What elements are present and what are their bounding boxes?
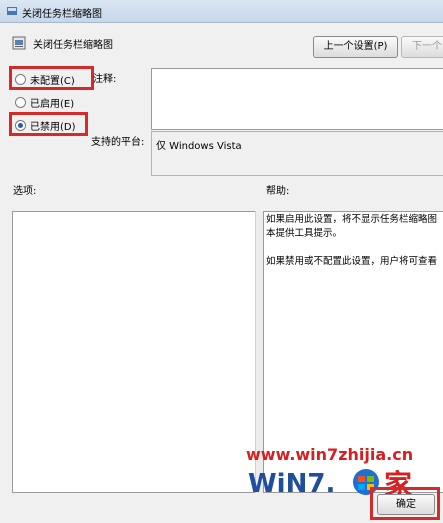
setting-title: 关闭任务栏缩略图: [33, 40, 113, 51]
radio-enabled[interactable]: 已启用(E): [15, 95, 74, 110]
help-line: 如果禁用或不配置此设置，用户将可查看: [266, 256, 438, 267]
setting-icon: [12, 36, 26, 50]
help-line: 如果启用此设置，将不显示任务栏缩略图: [266, 214, 438, 225]
radio-label: 已启用(E): [30, 99, 75, 110]
prev-setting-button[interactable]: 上一个设置(P): [313, 36, 398, 58]
help-text: 如果启用此设置，将不显示任务栏缩略图 本提供工具提示。 如果禁用或不配置此设置，…: [266, 213, 443, 283]
window-title: 关闭任务栏缩略图: [22, 9, 102, 20]
watermark-brand: WiN7.: [248, 469, 335, 499]
policy-icon: [7, 7, 17, 15]
radio-dot: [15, 97, 26, 108]
window-title-bar: 关闭任务栏缩略图: [0, 0, 443, 23]
highlight-box-ok: [370, 487, 440, 520]
options-pane: [12, 211, 256, 493]
comment-textarea[interactable]: [151, 68, 443, 130]
help-line: 本提供工具提示。: [266, 228, 343, 239]
help-label: 帮助:: [266, 186, 290, 197]
highlight-box-disabled: [9, 112, 88, 136]
highlight-box-not-configured: [9, 66, 94, 90]
next-setting-button[interactable]: 下一个: [401, 36, 443, 58]
options-label: 选项:: [13, 186, 37, 197]
platform-box: 仅 Windows Vista: [151, 131, 443, 176]
comment-label: 注释:: [93, 74, 117, 85]
platform-label: 支持的平台:: [91, 137, 145, 148]
platform-value: 仅 Windows Vista: [156, 141, 242, 152]
